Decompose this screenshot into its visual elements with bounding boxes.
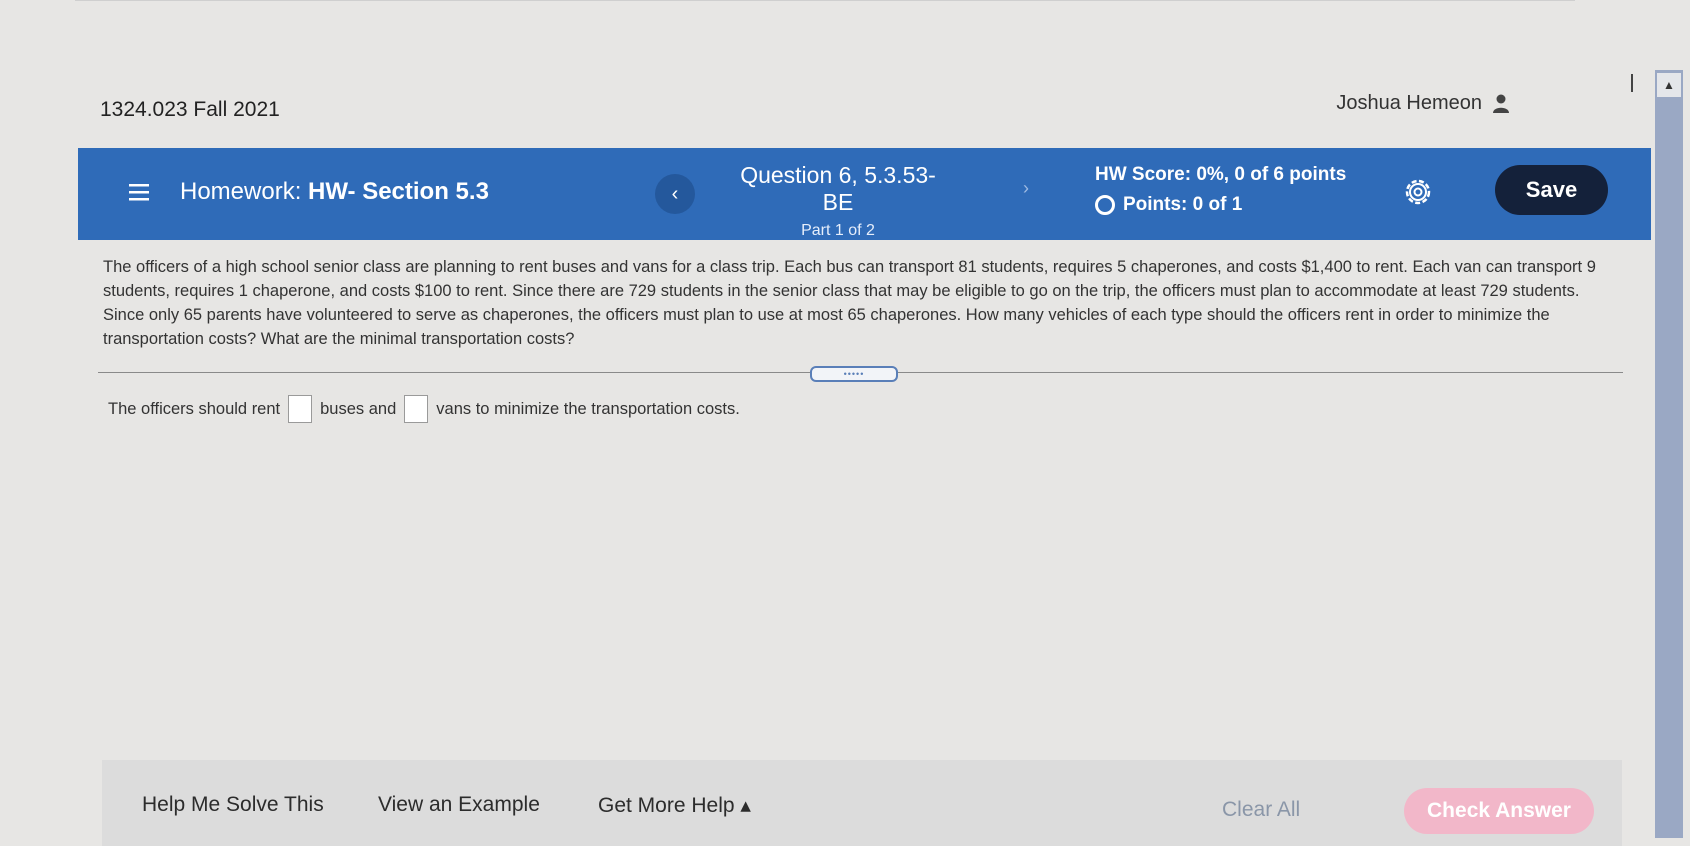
- person-icon: [1493, 94, 1509, 113]
- previous-question-button[interactable]: ‹: [655, 174, 695, 214]
- save-button[interactable]: Save: [1495, 165, 1608, 215]
- answer-text-3: vans to minimize the transportation cost…: [436, 399, 740, 418]
- gear-icon[interactable]: [1403, 177, 1433, 207]
- homework-title: Homework: HW- Section 5.3: [180, 178, 489, 206]
- question-number: Question 6, 5.3.53-BE: [740, 162, 936, 215]
- clear-all-button[interactable]: Clear All: [1222, 798, 1300, 822]
- vans-input[interactable]: [404, 395, 429, 423]
- scroll-up-icon[interactable]: ▲: [1657, 73, 1681, 97]
- hamburger-menu-icon[interactable]: [128, 181, 150, 203]
- next-question-button[interactable]: ›: [1023, 178, 1029, 199]
- get-more-help-button[interactable]: Get More Help ▴: [598, 793, 751, 818]
- question-part: Part 1 of 2: [801, 222, 875, 239]
- chevron-left-icon: ‹: [671, 182, 679, 205]
- course-title: 1324.023 Fall 2021: [100, 98, 280, 121]
- user-name: Joshua Hemeon: [1336, 92, 1482, 114]
- help-me-solve-button[interactable]: Help Me Solve This: [142, 793, 324, 817]
- view-example-button[interactable]: View an Example: [378, 793, 540, 817]
- top-rule: [75, 0, 1575, 1]
- check-answer-button[interactable]: Check Answer: [1404, 788, 1594, 834]
- resize-handle[interactable]: •••••: [810, 366, 898, 382]
- homework-header: Homework: HW- Section 5.3 ‹ Question 6, …: [78, 148, 1651, 240]
- homework-prefix: Homework:: [180, 178, 302, 205]
- user-menu[interactable]: Joshua Hemeon: [1336, 92, 1510, 115]
- hw-score: HW Score: 0%, 0 of 6 points: [1095, 164, 1347, 185]
- scrollbar[interactable]: [1655, 70, 1683, 838]
- help-toolbar: Help Me Solve This View an Example Get M…: [102, 760, 1622, 846]
- answer-text-1: The officers should rent: [108, 399, 281, 418]
- homework-name: HW- Section 5.3: [308, 178, 489, 205]
- buses-input[interactable]: [288, 395, 313, 423]
- incomplete-circle-icon: [1095, 195, 1115, 215]
- problem-statement: The officers of a high school senior cla…: [103, 258, 1596, 348]
- points-status: Points: 0 of 1: [1095, 194, 1242, 216]
- chevron-right-icon: ›: [1023, 178, 1029, 198]
- answer-text-2: buses and: [320, 399, 397, 418]
- points-label: Points: 0 of 1: [1123, 194, 1243, 215]
- answer-sentence: The officers should rent buses and vans …: [108, 395, 740, 423]
- question-title[interactable]: Question 6, 5.3.53-BE Part 1 of 2: [738, 162, 938, 240]
- text-cursor-mark: [1631, 74, 1633, 92]
